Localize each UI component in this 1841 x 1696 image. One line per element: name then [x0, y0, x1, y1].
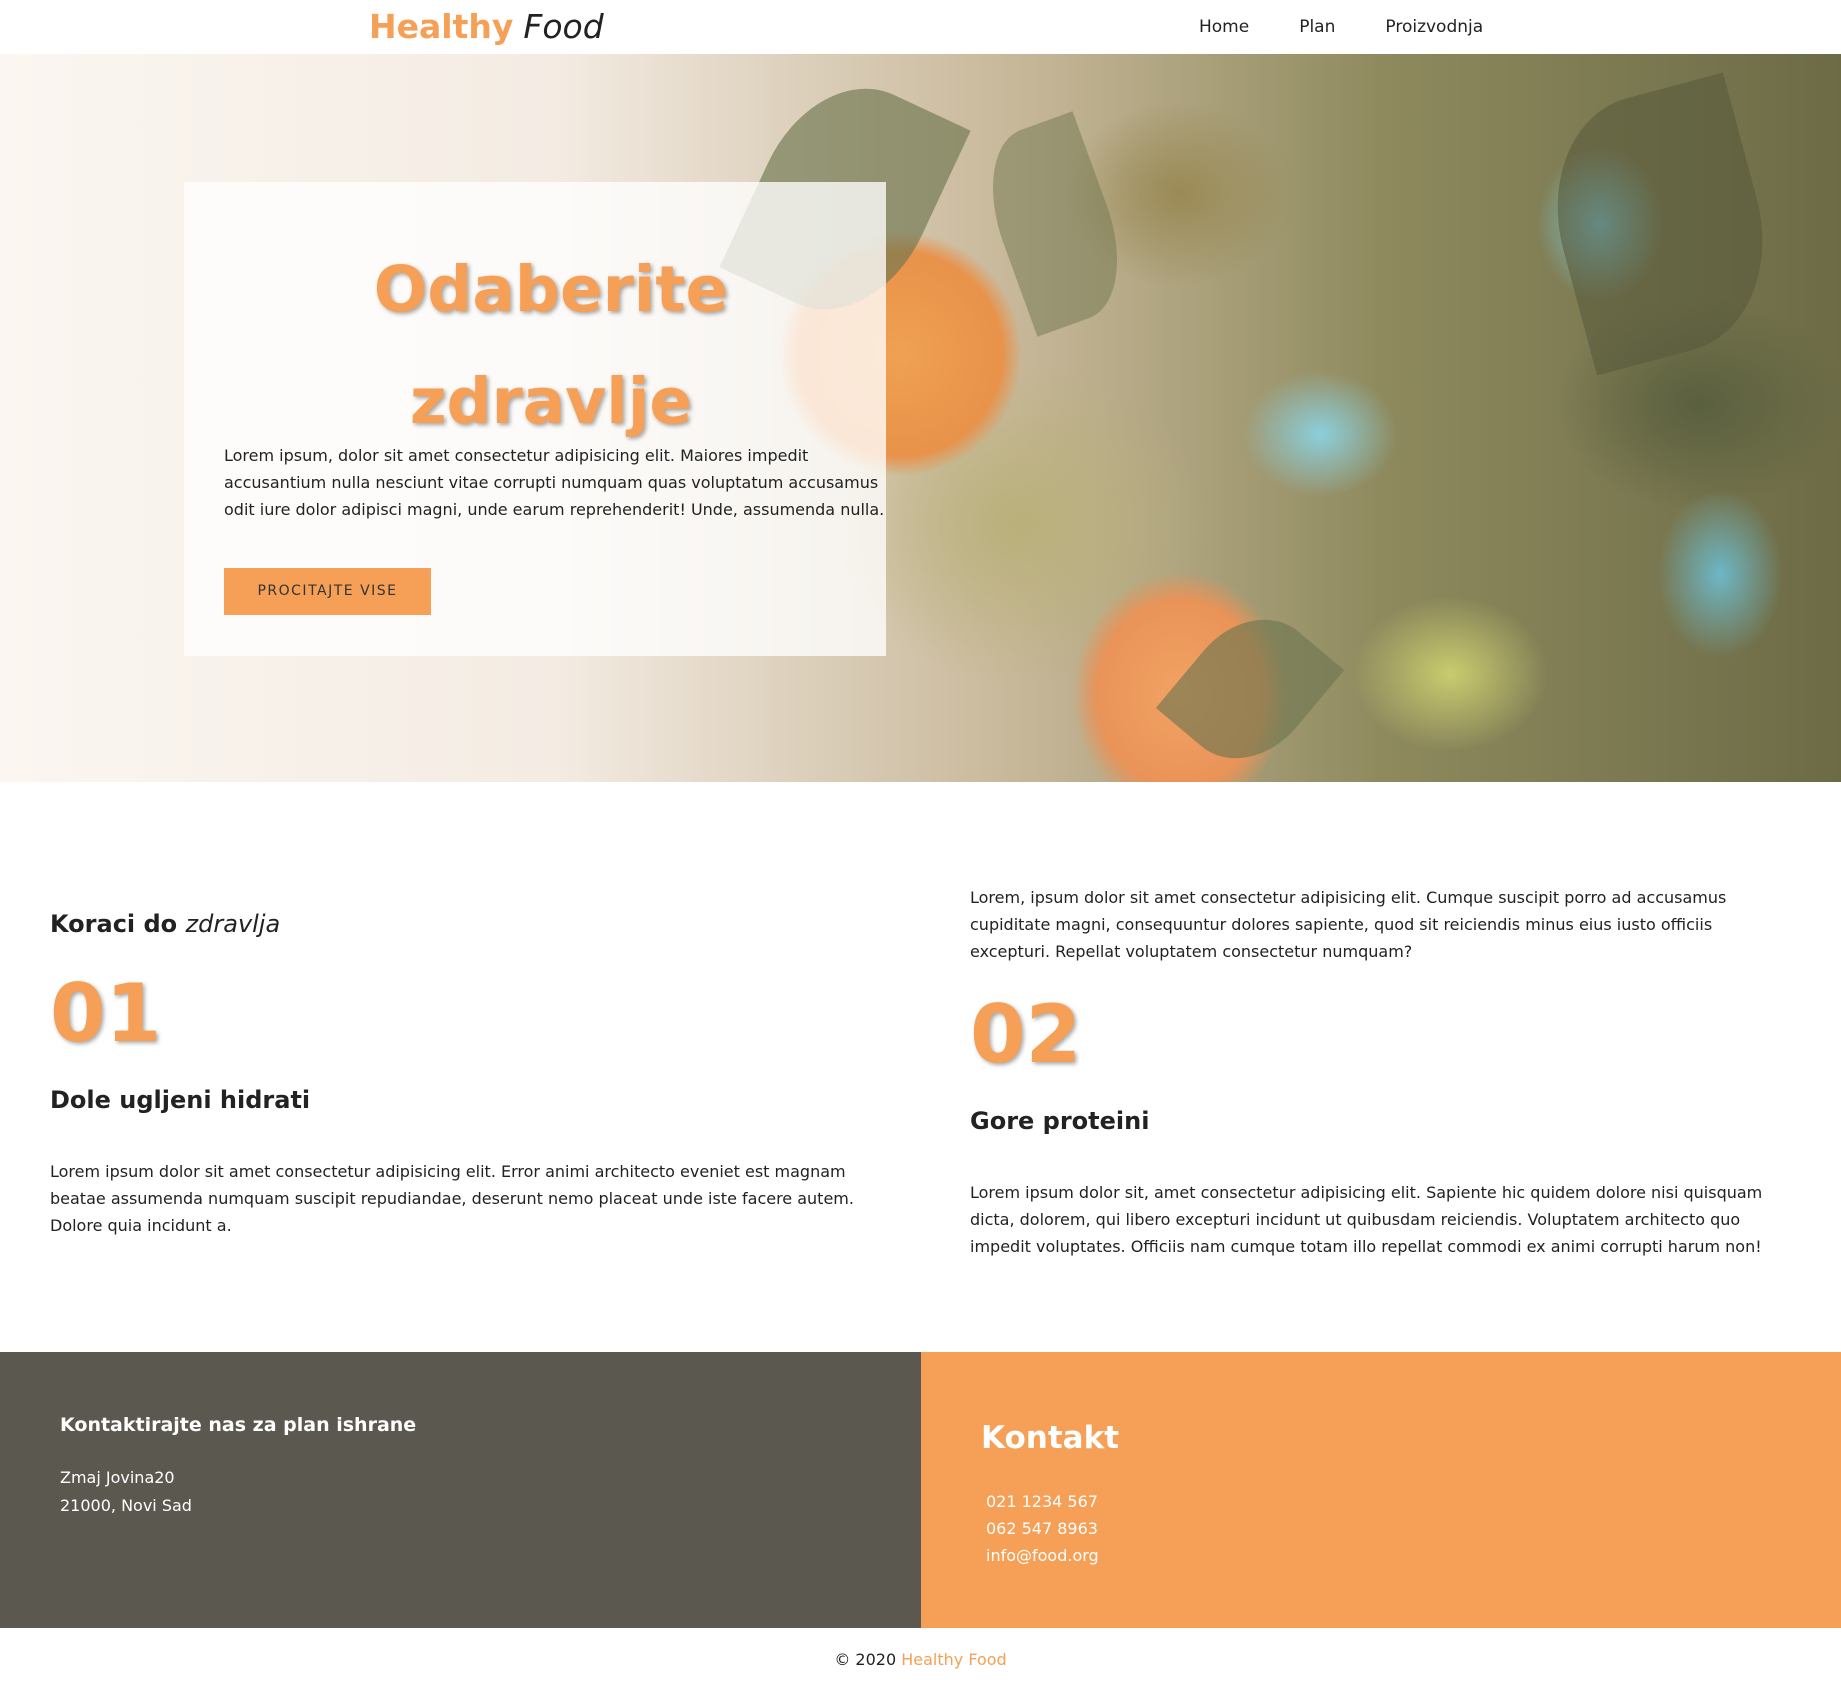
- footer-plan-contact: Kontaktirajte nas za plan ishrane Zmaj J…: [0, 1352, 921, 1628]
- brand-logo[interactable]: Healthy Food: [369, 6, 604, 48]
- footer-contact-list: 021 1234 567 062 547 8963 info@food.org: [986, 1488, 1099, 1569]
- hero-card: Odaberite zdravlje Lorem ipsum, dolor si…: [184, 182, 886, 656]
- footer-plan-title: Kontaktirajte nas za plan ishrane: [60, 1414, 417, 1436]
- nav-link-plan[interactable]: Plan: [1299, 17, 1335, 37]
- hero-description: Lorem ipsum, dolor sit amet consectetur …: [224, 446, 885, 519]
- read-more-button[interactable]: PROCITAJTE VISE: [224, 568, 431, 615]
- top-navbar: Healthy Food Home Plan Proizvodnja: [0, 0, 1841, 54]
- hero-title-line2: zdravlje: [409, 365, 693, 438]
- hero-background-leaf: [1155, 592, 1345, 782]
- hero-title-line1: Odaberite: [373, 253, 729, 326]
- step-title: Gore proteini: [970, 1107, 1150, 1135]
- hero-background-leaf: [1529, 72, 1791, 376]
- steps-heading-bold: Koraci do: [50, 910, 178, 938]
- copyright-brand-link[interactable]: Healthy Food: [901, 1650, 1006, 1669]
- footer-contact: Kontakt 021 1234 567 062 547 8963 info@f…: [921, 1352, 1841, 1628]
- address-street: Zmaj Jovina20: [60, 1468, 175, 1487]
- nav-link-home[interactable]: Home: [1199, 17, 1249, 37]
- steps-heading-italic: zdravlja: [185, 910, 281, 938]
- footer-address: Zmaj Jovina20 21000, Novi Sad: [60, 1464, 192, 1520]
- nav-links: Home Plan Proizvodnja: [1199, 17, 1483, 37]
- footer-contact-title: Kontakt: [981, 1420, 1120, 1456]
- brand-name-food: Food: [523, 7, 604, 46]
- steps-intro: Lorem, ipsum dolor sit amet consectetur …: [970, 888, 1727, 961]
- nav-link-proizvodnja[interactable]: Proizvodnja: [1385, 17, 1483, 37]
- address-city: 21000, Novi Sad: [60, 1496, 192, 1515]
- step-column-1: Koraci do zdravlja 01 Dole ugljeni hidra…: [50, 904, 860, 1239]
- step-number: 01: [50, 967, 162, 1060]
- contact-email[interactable]: info@food.org: [986, 1542, 1099, 1569]
- step-text: Lorem ipsum dolor sit, amet consectetur …: [970, 1183, 1763, 1256]
- hero-title: Odaberite zdravlje: [184, 234, 918, 458]
- hero-background-leaf: [969, 111, 1141, 337]
- contact-phone-1[interactable]: 021 1234 567: [986, 1488, 1099, 1515]
- step-number: 02: [970, 988, 1082, 1081]
- copyright: © 2020 Healthy Food: [0, 1650, 1841, 1669]
- step-column-2: Lorem, ipsum dolor sit amet consectetur …: [970, 884, 1780, 1260]
- hero-banner: Odaberite zdravlje Lorem ipsum, dolor si…: [0, 54, 1841, 782]
- steps-heading: Koraci do zdravlja: [50, 904, 860, 944]
- step-text: Lorem ipsum dolor sit amet consectetur a…: [50, 1162, 854, 1235]
- copyright-prefix: © 2020: [834, 1650, 897, 1669]
- contact-phone-2[interactable]: 062 547 8963: [986, 1515, 1099, 1542]
- brand-name-healthy: Healthy: [369, 7, 514, 46]
- step-title: Dole ugljeni hidrati: [50, 1086, 311, 1114]
